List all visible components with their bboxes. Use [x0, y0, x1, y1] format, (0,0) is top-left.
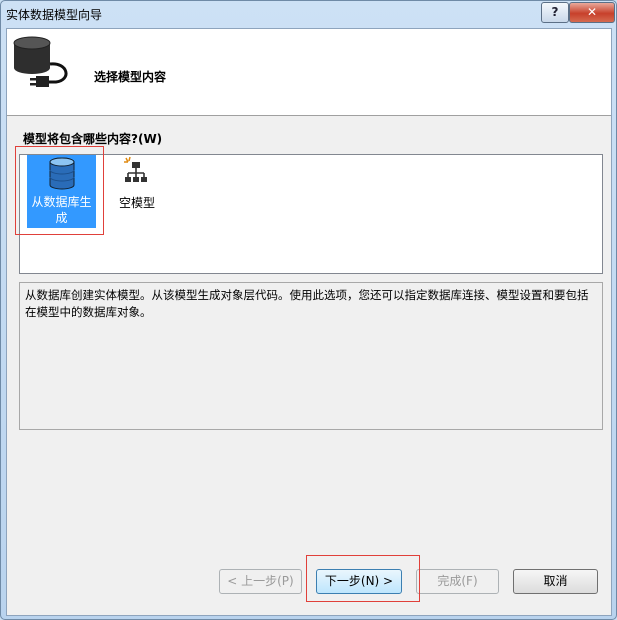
option-label: 空模型	[118, 196, 155, 210]
previous-button[interactable]: < 上一步(P)	[219, 569, 302, 594]
page-title: 选择模型内容	[94, 70, 167, 84]
option-label: 从数据库生成	[31, 195, 92, 225]
option-generate-from-database[interactable]: 从数据库生成	[27, 155, 96, 228]
model-content-label: 模型将包含哪些内容?(W)	[23, 132, 163, 146]
option-empty-model[interactable]: 空模型	[115, 156, 155, 216]
help-button[interactable]: ?	[541, 2, 569, 23]
empty-model-icon	[124, 156, 147, 182]
close-button[interactable]: ✕	[569, 2, 615, 23]
wizard-header: 选择模型内容	[7, 29, 611, 116]
database-icon	[49, 157, 75, 190]
wizard-window: 实体数据模型向导 ? ✕ 选择模型内容 模型将包含哪些内容?(W) 从数据库生成…	[0, 0, 617, 620]
database-plug-icon	[13, 36, 68, 87]
model-options-list[interactable]: 从数据库生成 空模型	[19, 154, 603, 274]
finish-button[interactable]: 完成(F)	[416, 569, 499, 594]
wizard-content: 选择模型内容 模型将包含哪些内容?(W) 从数据库生成 空模型 从数据库创建实体…	[6, 28, 612, 616]
description-text: 从数据库创建实体模型。从该模型生成对象层代码。使用此选项，您还可以指定数据库连接…	[25, 288, 589, 319]
title-bar[interactable]: 实体数据模型向导 ? ✕	[1, 1, 616, 29]
next-button[interactable]: 下一步(N) >	[316, 569, 402, 594]
description-box: 从数据库创建实体模型。从该模型生成对象层代码。使用此选项，您还可以指定数据库连接…	[19, 282, 603, 430]
window-title: 实体数据模型向导	[6, 8, 103, 22]
cancel-button[interactable]: 取消	[513, 569, 598, 594]
